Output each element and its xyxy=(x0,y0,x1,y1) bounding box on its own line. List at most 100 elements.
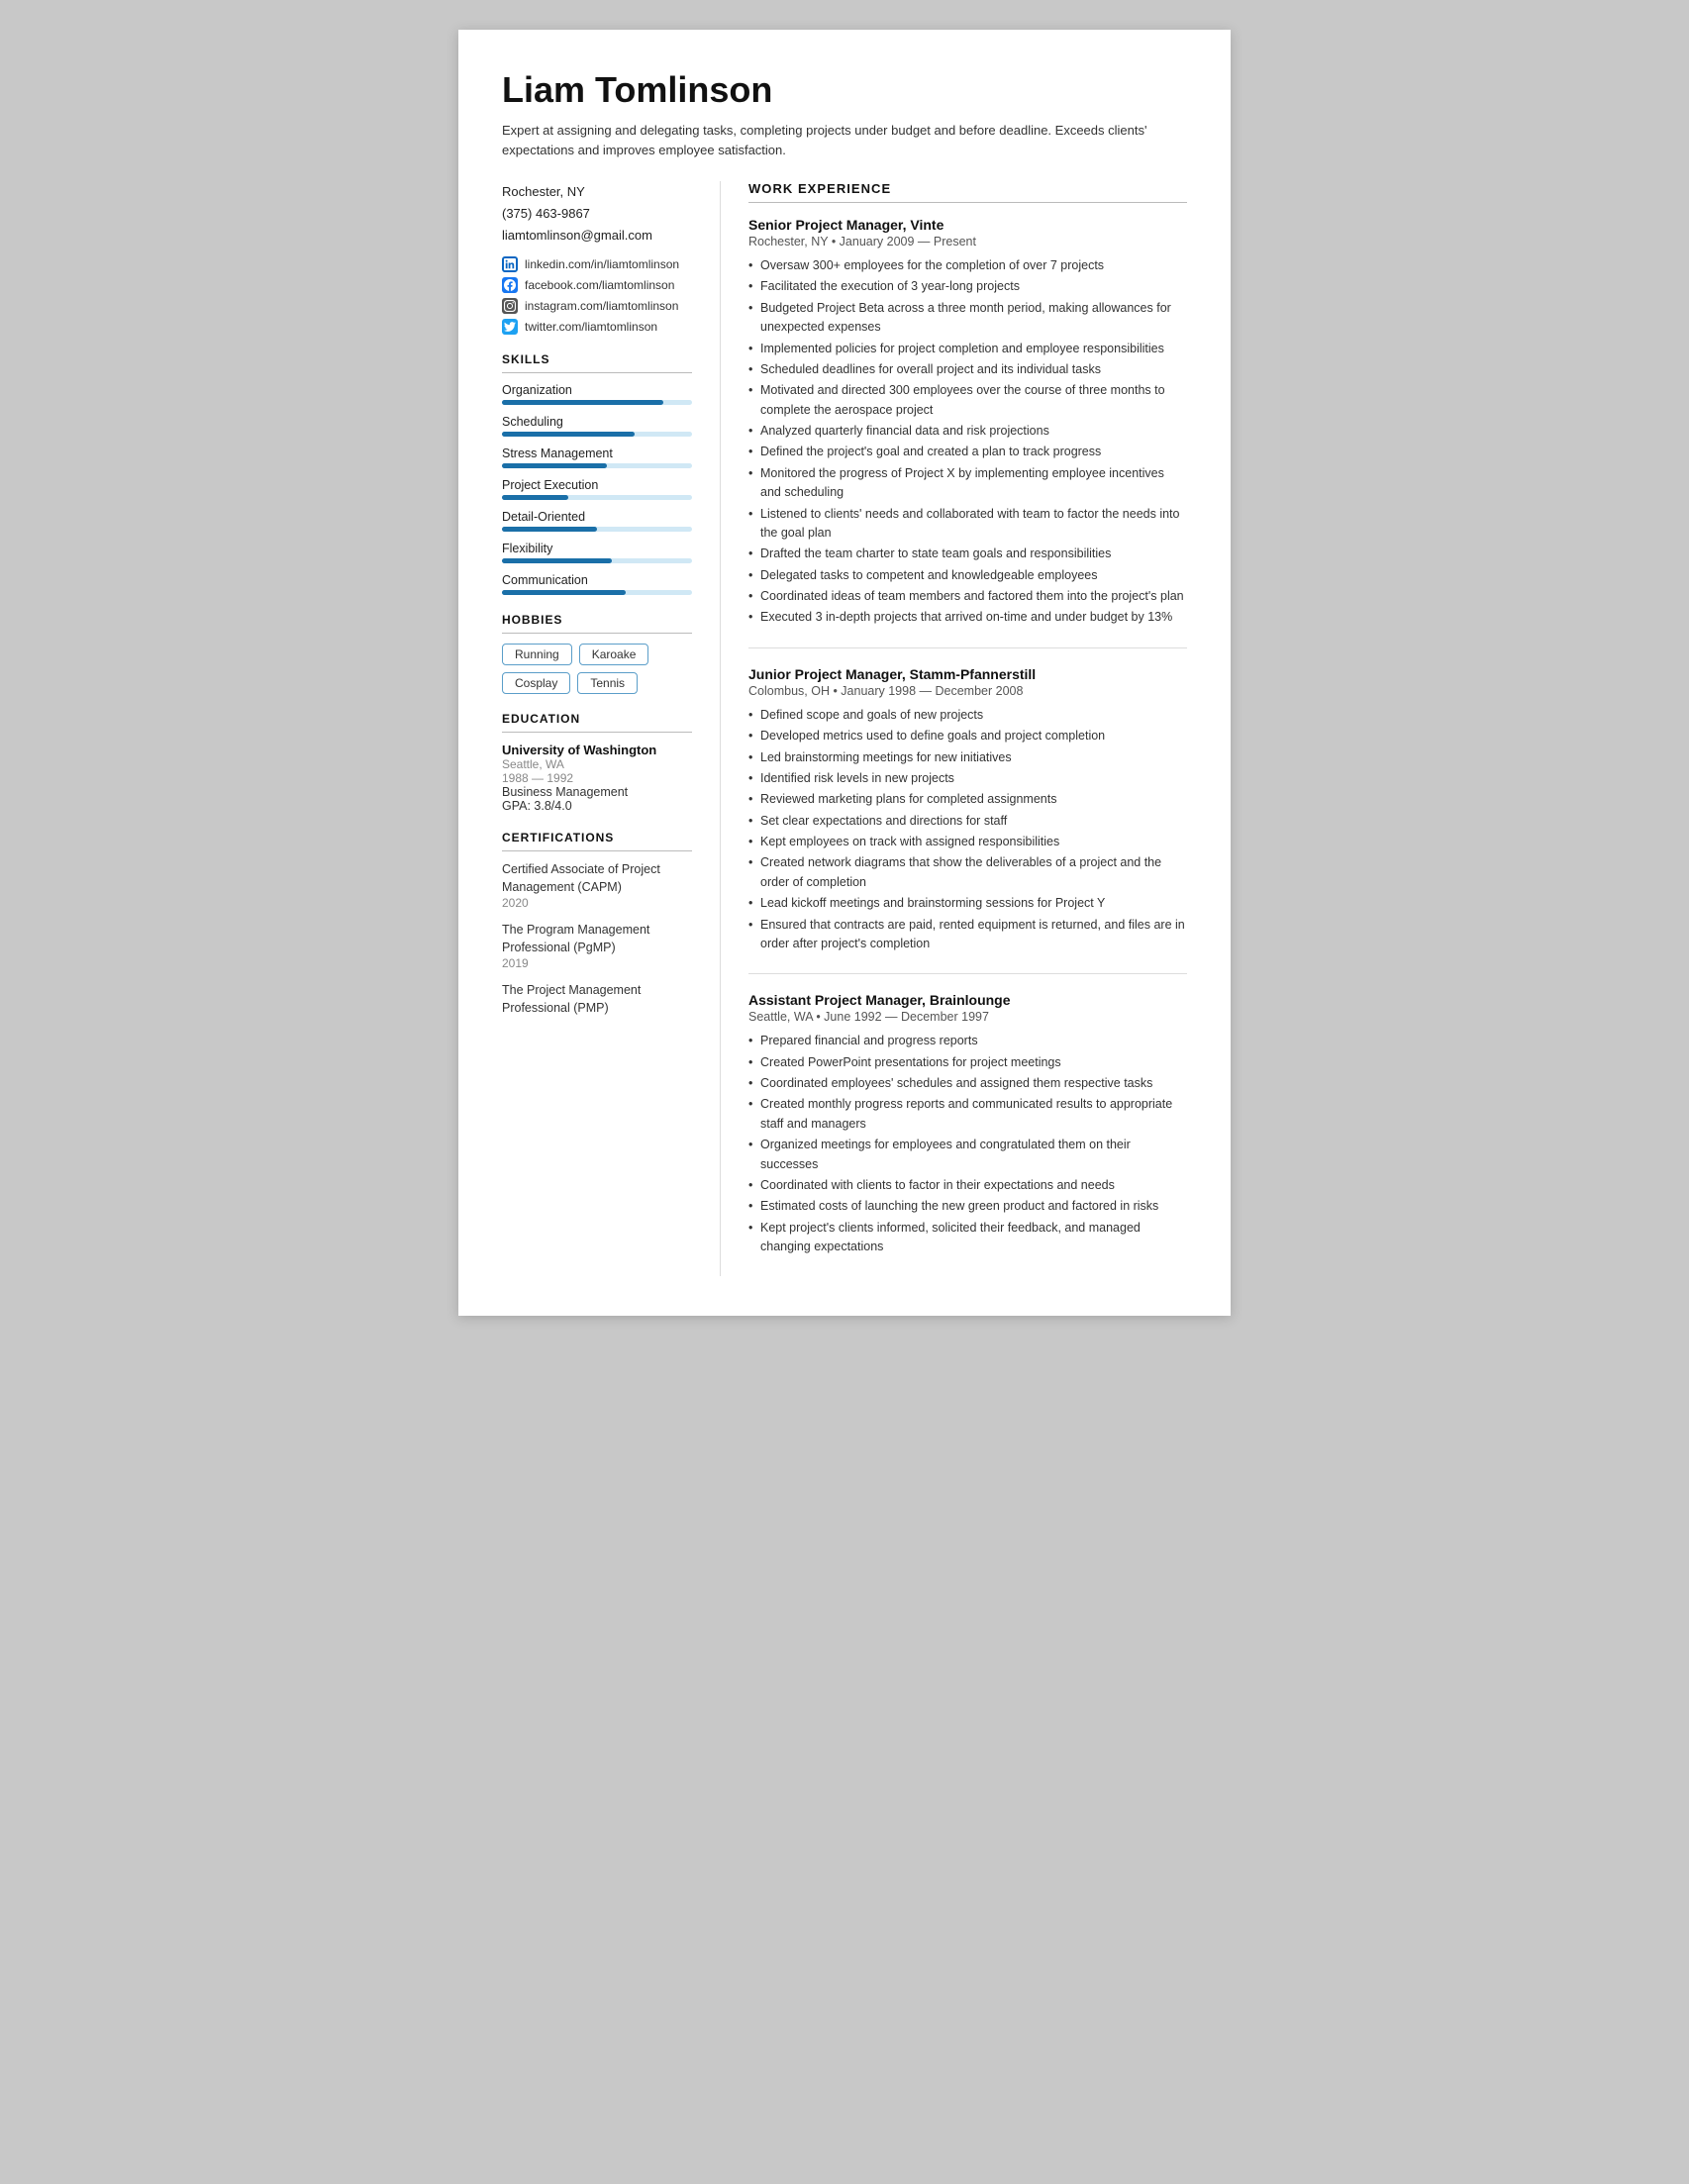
certifications-divider xyxy=(502,850,692,851)
skill-name: Scheduling xyxy=(502,415,692,429)
job-bullet: Defined the project's goal and created a… xyxy=(748,443,1187,461)
edu-degree: Business Management xyxy=(502,785,692,799)
job-bullet: Ensured that contracts are paid, rented … xyxy=(748,916,1187,954)
skill-bar-fill xyxy=(502,558,612,563)
contact-location: Rochester, NY xyxy=(502,181,692,203)
job-bullet: Kept employees on track with assigned re… xyxy=(748,833,1187,851)
skill-bar-fill xyxy=(502,527,597,532)
work-divider xyxy=(748,202,1187,203)
job-title: Senior Project Manager, Vinte xyxy=(748,217,1187,233)
job-title: Assistant Project Manager, Brainlounge xyxy=(748,992,1187,1008)
skills-section: SKILLS Organization Scheduling Stress Ma… xyxy=(502,352,692,595)
job-bullet: Analyzed quarterly financial data and ri… xyxy=(748,422,1187,441)
skill-name: Flexibility xyxy=(502,542,692,555)
job-bullet: Coordinated ideas of team members and fa… xyxy=(748,587,1187,606)
jobs-list: Senior Project Manager, Vinte Rochester,… xyxy=(748,217,1187,1256)
job-bullet: Lead kickoff meetings and brainstorming … xyxy=(748,894,1187,913)
certification-item: Certified Associate of Project Managemen… xyxy=(502,861,692,910)
job-bullet: Motivated and directed 300 employees ove… xyxy=(748,381,1187,420)
skill-name: Communication xyxy=(502,573,692,587)
job-bullets: Oversaw 300+ employees for the completio… xyxy=(748,256,1187,628)
social-instagram[interactable]: instagram.com/liamtomlinson xyxy=(502,298,692,314)
job-bullet: Implemented policies for project complet… xyxy=(748,340,1187,358)
job-bullet: Facilitated the execution of 3 year-long… xyxy=(748,277,1187,296)
education-item: University of Washington Seattle, WA 198… xyxy=(502,743,692,813)
certifications-title: CERTIFICATIONS xyxy=(502,831,692,844)
linkedin-url: linkedin.com/in/liamtomlinson xyxy=(525,257,679,271)
facebook-icon xyxy=(502,277,518,293)
cert-name: The Project Management Professional (PMP… xyxy=(502,982,692,1017)
skill-bar-bg xyxy=(502,590,692,595)
edu-years: 1988 — 1992 xyxy=(502,771,692,785)
certification-item: The Project Management Professional (PMP… xyxy=(502,982,692,1017)
cert-name: The Program Management Professional (PgM… xyxy=(502,922,692,956)
skill-name: Project Execution xyxy=(502,478,692,492)
left-column: Rochester, NY (375) 463-9867 liamtomlins… xyxy=(502,181,720,1276)
hobby-tag: Cosplay xyxy=(502,672,570,694)
job-bullet: Prepared financial and progress reports xyxy=(748,1032,1187,1050)
education-list: University of Washington Seattle, WA 198… xyxy=(502,743,692,813)
resume-container: Liam Tomlinson Expert at assigning and d… xyxy=(458,30,1231,1316)
skills-title: SKILLS xyxy=(502,352,692,366)
hobby-tag: Tennis xyxy=(577,672,638,694)
instagram-icon xyxy=(502,298,518,314)
edu-name: University of Washington xyxy=(502,743,692,757)
skill-bar-fill xyxy=(502,400,663,405)
job-bullet: Budgeted Project Beta across a three mon… xyxy=(748,299,1187,338)
job-meta: Rochester, NY • January 2009 — Present xyxy=(748,235,1187,248)
skill-item: Flexibility xyxy=(502,542,692,563)
job-bullet: Drafted the team charter to state team g… xyxy=(748,545,1187,563)
job-bullet: Created monthly progress reports and com… xyxy=(748,1095,1187,1134)
social-linkedin[interactable]: linkedin.com/in/liamtomlinson xyxy=(502,256,692,272)
job-bullet: Kept project's clients informed, solicit… xyxy=(748,1219,1187,1257)
twitter-url: twitter.com/liamtomlinson xyxy=(525,320,657,334)
social-twitter[interactable]: twitter.com/liamtomlinson xyxy=(502,319,692,335)
resume-header: Liam Tomlinson Expert at assigning and d… xyxy=(502,69,1187,159)
job-item: Senior Project Manager, Vinte Rochester,… xyxy=(748,217,1187,628)
contact-section: Rochester, NY (375) 463-9867 liamtomlins… xyxy=(502,181,692,247)
job-bullet: Monitored the progress of Project X by i… xyxy=(748,464,1187,503)
hobby-tag: Running xyxy=(502,644,572,665)
job-bullets: Prepared financial and progress reports C… xyxy=(748,1032,1187,1256)
job-bullet: Delegated tasks to competent and knowled… xyxy=(748,566,1187,585)
job-separator xyxy=(748,973,1187,974)
main-layout: Rochester, NY (375) 463-9867 liamtomlins… xyxy=(502,181,1187,1276)
job-bullet: Estimated costs of launching the new gre… xyxy=(748,1197,1187,1216)
social-facebook[interactable]: facebook.com/liamtomlinson xyxy=(502,277,692,293)
skill-bar-fill xyxy=(502,495,568,500)
skill-bar-fill xyxy=(502,590,626,595)
job-bullet: Created PowerPoint presentations for pro… xyxy=(748,1053,1187,1072)
instagram-url: instagram.com/liamtomlinson xyxy=(525,299,678,313)
education-title: EDUCATION xyxy=(502,712,692,726)
job-bullet: Reviewed marketing plans for completed a… xyxy=(748,790,1187,809)
skill-bar-fill xyxy=(502,432,635,437)
job-meta: Colombus, OH • January 1998 — December 2… xyxy=(748,684,1187,698)
skill-bar-bg xyxy=(502,558,692,563)
skill-item: Detail-Oriented xyxy=(502,510,692,532)
job-meta: Seattle, WA • June 1992 — December 1997 xyxy=(748,1010,1187,1024)
skill-bar-bg xyxy=(502,400,692,405)
job-bullet: Led brainstorming meetings for new initi… xyxy=(748,748,1187,767)
edu-gpa: GPA: 3.8/4.0 xyxy=(502,799,692,813)
job-bullets: Defined scope and goals of new projectsD… xyxy=(748,706,1187,954)
skill-name: Detail-Oriented xyxy=(502,510,692,524)
skill-item: Organization xyxy=(502,383,692,405)
hobbies-title: HOBBIES xyxy=(502,613,692,627)
job-bullet: Created network diagrams that show the d… xyxy=(748,853,1187,892)
skill-bar-bg xyxy=(502,432,692,437)
job-item: Assistant Project Manager, Brainlounge S… xyxy=(748,992,1187,1256)
facebook-url: facebook.com/liamtomlinson xyxy=(525,278,674,292)
job-bullet: Scheduled deadlines for overall project … xyxy=(748,360,1187,379)
skill-name: Stress Management xyxy=(502,447,692,460)
skill-bar-fill xyxy=(502,463,607,468)
skills-list: Organization Scheduling Stress Managemen… xyxy=(502,383,692,595)
skill-item: Scheduling xyxy=(502,415,692,437)
job-bullet: Developed metrics used to define goals a… xyxy=(748,727,1187,745)
linkedin-icon xyxy=(502,256,518,272)
edu-location: Seattle, WA xyxy=(502,757,692,771)
job-item: Junior Project Manager, Stamm-Pfannersti… xyxy=(748,666,1187,954)
skill-name: Organization xyxy=(502,383,692,397)
hobbies-section: HOBBIES RunningKaroakeCosplayTennis xyxy=(502,613,692,694)
skill-item: Communication xyxy=(502,573,692,595)
job-bullet: Executed 3 in-depth projects that arrive… xyxy=(748,608,1187,627)
